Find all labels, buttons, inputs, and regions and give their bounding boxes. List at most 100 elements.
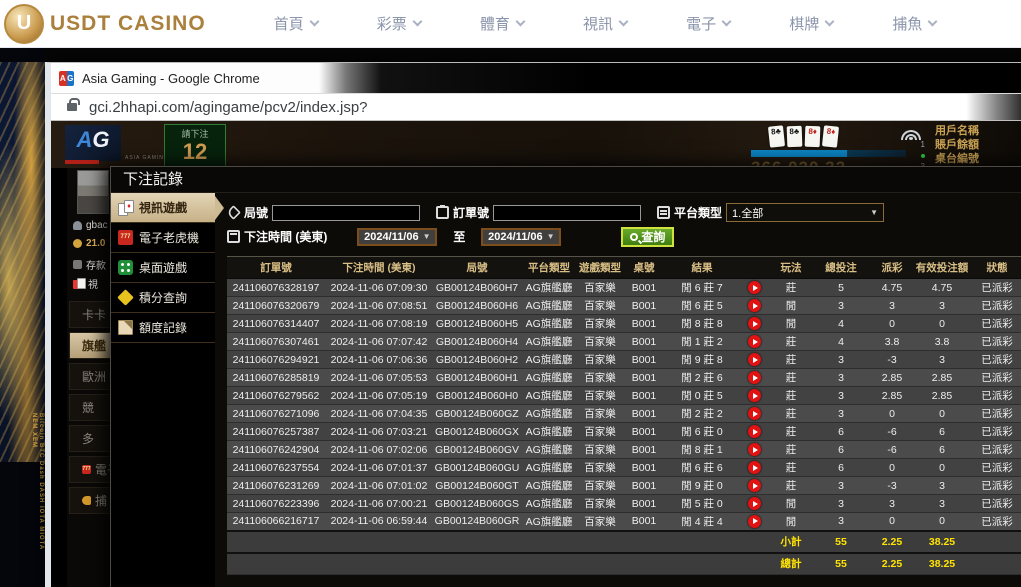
- replay-cell: [739, 279, 769, 297]
- playing-card: 8♣: [787, 126, 803, 148]
- column-header: 狀態: [969, 257, 1021, 279]
- play-icon[interactable]: [748, 299, 761, 312]
- play-icon[interactable]: [748, 281, 761, 294]
- bet-cell: 6: [813, 459, 869, 477]
- play-icon[interactable]: [748, 515, 761, 528]
- platform-cell: AG旗艦廳: [521, 351, 577, 369]
- round-input[interactable]: [272, 205, 420, 221]
- nav-item[interactable]: 電子: [686, 13, 730, 34]
- search-button[interactable]: 查詢: [621, 227, 674, 247]
- chevron-down-icon: ▼: [423, 232, 431, 241]
- subtotal-row: 小計552.2538.25: [227, 531, 1021, 553]
- ag-game-tab-label: 歐洲: [82, 368, 106, 385]
- ag-logo: AG: [65, 125, 121, 161]
- modal-menu-item[interactable]: 額度記錄: [111, 313, 215, 343]
- site-header: U USDT CASINO 首頁 彩票 體育 視訊 電子 棋牌 捕魚: [0, 0, 1021, 48]
- order-label-text: 訂單號: [453, 204, 489, 221]
- status-cell: 已派彩: [969, 351, 1021, 369]
- modal-menu-item-label: 視訊遊戲: [139, 199, 187, 216]
- modal-menu-item[interactable]: 積分查詢: [111, 283, 215, 313]
- nav-item[interactable]: 視訊: [583, 13, 627, 34]
- chevron-down-icon: ▼: [547, 232, 555, 241]
- play-icon[interactable]: [748, 407, 761, 420]
- replay-cell: [739, 351, 769, 369]
- date-from-picker[interactable]: 2024/11/06 ▼: [357, 228, 437, 246]
- status-cell: 已派彩: [969, 513, 1021, 531]
- modal-menu-item[interactable]: 桌面遊戲: [111, 253, 215, 283]
- table-row: 2411060762949212024-11-06 07:06:36GB0012…: [227, 351, 1021, 369]
- deposit-row[interactable]: 存款: [73, 257, 106, 272]
- payout-cell: 3.8: [869, 333, 915, 351]
- play-icon[interactable]: [748, 371, 761, 384]
- lock-icon[interactable]: [67, 103, 77, 111]
- empty-cell: [325, 531, 433, 553]
- table-cell: B001: [623, 495, 665, 513]
- status-cell: 已派彩: [969, 369, 1021, 387]
- date-to-picker[interactable]: 2024/11/06 ▼: [481, 228, 561, 246]
- site-logo[interactable]: U USDT CASINO: [4, 4, 219, 44]
- bet-cell: 4: [813, 315, 869, 333]
- table-cell: B001: [623, 333, 665, 351]
- empty-cell: [577, 553, 623, 575]
- round-cell: GB00124B060H6: [433, 297, 521, 315]
- replay-cell: [739, 513, 769, 531]
- nav-item[interactable]: 捕魚: [892, 13, 936, 34]
- chevron-down-icon: ▼: [870, 208, 878, 217]
- round-cell: GB00124B060GV: [433, 441, 521, 459]
- status-cell: 已派彩: [969, 387, 1021, 405]
- play-icon[interactable]: [748, 317, 761, 330]
- time-cell: 2024-11-06 07:02:06: [325, 441, 433, 459]
- play-icon[interactable]: [748, 479, 761, 492]
- game-cell: 百家樂: [577, 297, 623, 315]
- fish-icon: [82, 496, 91, 505]
- modal-menu-item-label: 桌面遊戲: [139, 259, 187, 276]
- play-icon[interactable]: [748, 335, 761, 348]
- column-header: 局號: [433, 257, 521, 279]
- status-cell: 已派彩: [969, 495, 1021, 513]
- nav-item[interactable]: 彩票: [377, 13, 421, 34]
- play-icon[interactable]: [748, 497, 761, 510]
- order-cell: 241106076223396: [227, 495, 325, 513]
- bet-cell: 3: [813, 387, 869, 405]
- platform-cell: AG旗艦廳: [521, 513, 577, 531]
- valid-cell: 0: [915, 513, 969, 531]
- calendar-icon: [227, 230, 240, 243]
- url-text[interactable]: gci.2hhapi.com/agingame/pcv2/index.jsp?: [89, 99, 368, 116]
- bet-cell: 5: [813, 279, 869, 297]
- play-icon[interactable]: [748, 425, 761, 438]
- round-cell: GB00124B060H5: [433, 315, 521, 333]
- nav-item[interactable]: 首頁: [274, 13, 318, 34]
- result-cell: 閒 6 莊 0: [665, 423, 739, 441]
- order-input[interactable]: [493, 205, 641, 221]
- order-cell: 241106076271096: [227, 405, 325, 423]
- table-cell: B001: [623, 387, 665, 405]
- url-bar[interactable]: gci.2hhapi.com/agingame/pcv2/index.jsp?: [51, 93, 1021, 121]
- platform-selected-value: 1.全部: [732, 205, 763, 221]
- nav-item-label: 捕魚: [892, 13, 922, 34]
- window-titlebar[interactable]: A G Asia Gaming - Google Chrome: [51, 63, 1021, 93]
- modal-menu-item[interactable]: 777電子老虎機: [111, 223, 215, 253]
- nav-item[interactable]: 棋牌: [789, 13, 833, 34]
- tag-icon: [226, 205, 241, 220]
- playing-card: 8♦: [805, 126, 821, 148]
- platform-select[interactable]: 1.全部 ▼: [726, 203, 884, 222]
- cards-icon: [73, 278, 84, 289]
- platform-label-text: 平台類型: [674, 204, 722, 221]
- status-cell: 已派彩: [969, 423, 1021, 441]
- nav-item[interactable]: 體育: [480, 13, 524, 34]
- crypto-ticker-text: Bitcoin BTC Dash DASH IOTA MIOTA NEM XEM: [4, 413, 44, 563]
- valid-cell: 3: [915, 477, 969, 495]
- video-row[interactable]: 視: [73, 276, 98, 291]
- play-icon[interactable]: [748, 389, 761, 402]
- empty-cell: [433, 553, 521, 575]
- play-icon[interactable]: [748, 443, 761, 456]
- time-cell: 2024-11-06 07:03:21: [325, 423, 433, 441]
- play-icon[interactable]: [748, 353, 761, 366]
- total-bet: 55: [813, 553, 869, 575]
- balance-row: 21.0: [73, 238, 105, 249]
- table-cell: B001: [623, 297, 665, 315]
- order-cell: 241106076328197: [227, 279, 325, 297]
- modal-menu-item-label: 電子老虎機: [139, 229, 199, 246]
- modal-menu-item[interactable]: 視訊遊戲: [111, 193, 215, 223]
- play-icon[interactable]: [748, 461, 761, 474]
